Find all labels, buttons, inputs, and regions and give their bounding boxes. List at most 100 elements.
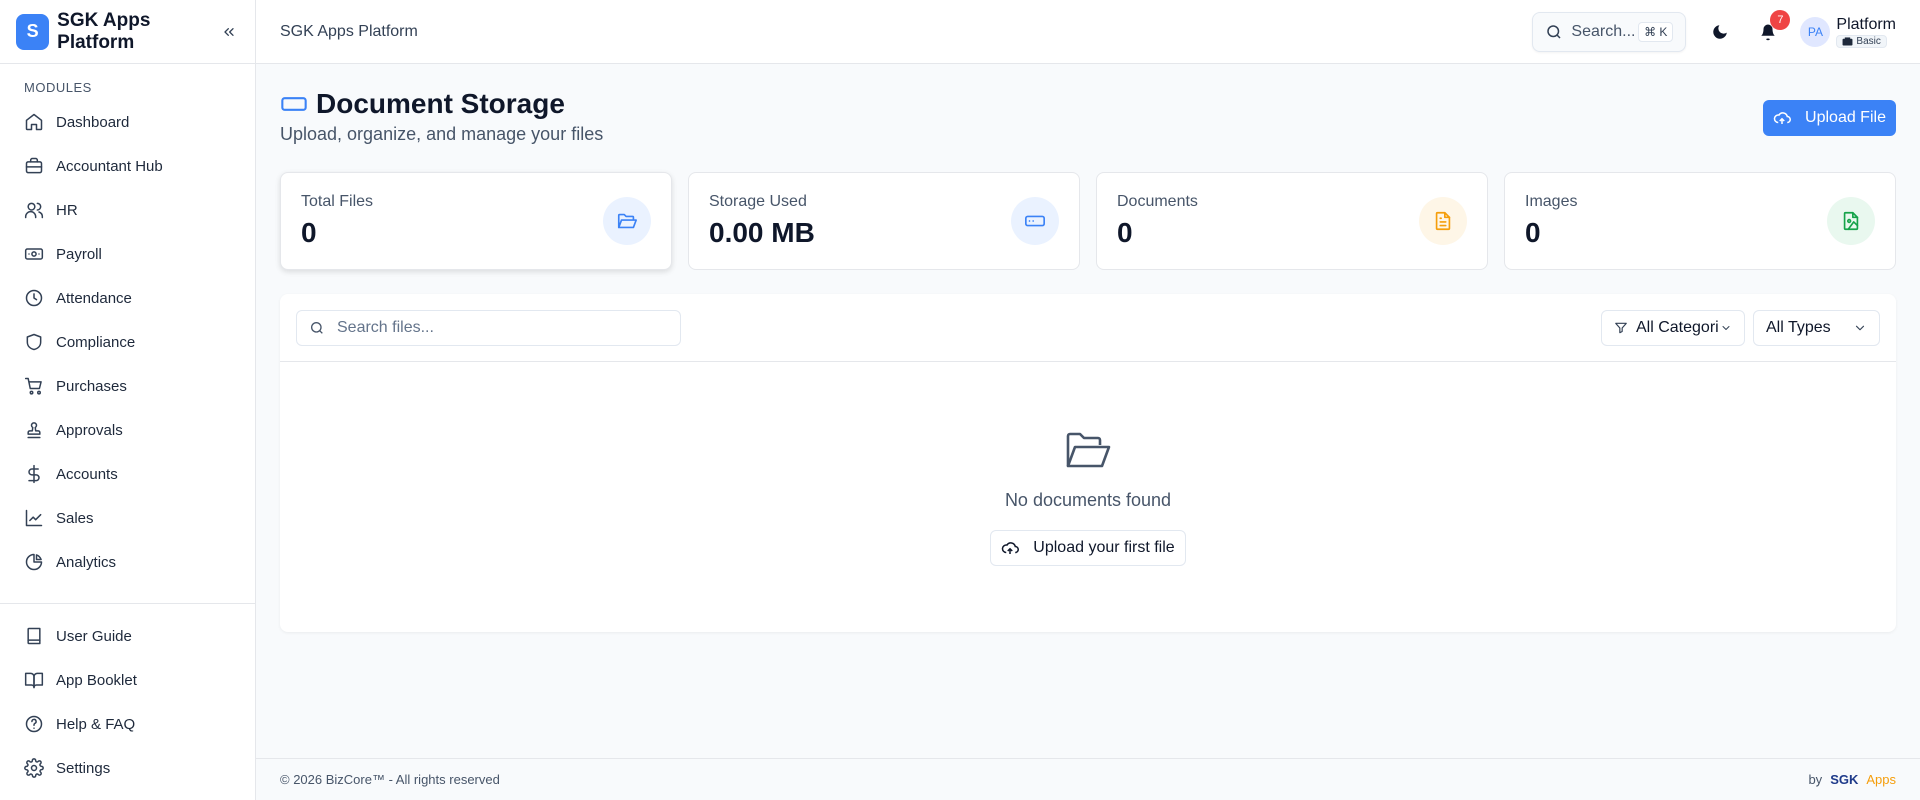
sidebar-item-label: Approvals — [56, 421, 123, 439]
sidebar-item-attendance[interactable]: Attendance — [0, 276, 256, 320]
chevron-down-icon — [1722, 325, 1730, 330]
sidebar-item-dashboard[interactable]: Dashboard — [0, 100, 256, 144]
global-search-button[interactable]: Search... ⌘ K — [1532, 11, 1687, 52]
sidebar-item-approvals[interactable]: Approvals — [0, 408, 256, 452]
brand-header: S SGK Apps Platform — [0, 0, 255, 64]
moon-icon — [1713, 24, 1728, 39]
top-bar-actions: Search... ⌘ K 7 PA Platform Basic — [1532, 9, 1896, 52]
footer-by: by — [1808, 772, 1823, 787]
sidebar-item-label: HR — [56, 201, 78, 219]
building-icon — [1842, 36, 1853, 46]
banknote-icon — [24, 248, 44, 260]
sidebar-item-label: User Guide — [56, 627, 132, 645]
footer-credit: by SGK Apps — [1808, 772, 1896, 787]
stamp-icon — [27, 422, 41, 439]
sidebar-item-label: Attendance — [56, 289, 132, 307]
stat-card-images: Images 0 — [1504, 172, 1896, 270]
sidebar-nav: Dashboard Accountant Hub HR Payroll Atte… — [0, 100, 256, 600]
cloud-upload-icon — [1002, 542, 1020, 554]
dollar-icon — [28, 464, 40, 484]
cloud-upload-icon — [1773, 112, 1791, 124]
sidebar-item-payroll[interactable]: Payroll — [0, 232, 256, 276]
sidebar-item-compliance[interactable]: Compliance — [0, 320, 256, 364]
sidebar-item-help-faq[interactable]: Help & FAQ — [0, 702, 256, 746]
file-image-icon — [1843, 211, 1859, 231]
sidebar-item-label: Accounts — [56, 465, 118, 483]
category-filter-select[interactable]: All Categories — [1601, 309, 1745, 346]
stat-label: Total Files — [301, 193, 374, 210]
user-name: Platform — [1836, 15, 1896, 33]
sidebar-item-label: Settings — [56, 759, 111, 777]
notification-count-badge: 7 — [1770, 9, 1791, 30]
trending-up-icon — [25, 509, 43, 527]
folder-open-icon — [617, 213, 637, 229]
footer-brand-apps[interactable]: Apps — [1866, 772, 1896, 787]
search-icon — [1547, 24, 1561, 39]
breadcrumb[interactable]: SGK Apps Platform — [280, 23, 418, 41]
sidebar-item-user-guide[interactable]: User Guide — [0, 614, 256, 658]
global-search-label: Search... — [1571, 22, 1636, 40]
sidebar-item-accountant-hub[interactable]: Accountant Hub — [0, 144, 256, 188]
sidebar-item-label: App Booklet — [56, 671, 137, 689]
sidebar-item-hr[interactable]: HR — [0, 188, 256, 232]
pie-chart-icon — [25, 553, 43, 571]
briefcase-icon — [25, 157, 43, 174]
sidebar-item-sales[interactable]: Sales — [0, 496, 256, 540]
sidebar-item-label: Payroll — [56, 245, 102, 263]
file-filters: All Categories All Types — [1601, 309, 1880, 346]
chevrons-left-icon — [224, 27, 234, 36]
sidebar-bottom-nav: User Guide App Booklet Help & FAQ Settin… — [0, 603, 256, 790]
plan-badge: Basic — [1836, 34, 1887, 48]
files-toolbar: All Categories All Types — [280, 294, 1896, 362]
shield-icon — [26, 333, 42, 351]
sidebar-item-accounts[interactable]: Accounts — [0, 452, 256, 496]
type-filter-select[interactable]: All Types — [1753, 309, 1880, 346]
collapse-sidebar-button[interactable] — [219, 21, 239, 43]
chevron-down-icon — [1855, 325, 1865, 330]
stat-value: 0.00 MB — [709, 217, 815, 248]
file-search-box — [296, 309, 681, 346]
clock-icon — [25, 289, 43, 307]
brand-name[interactable]: SGK Apps Platform — [57, 10, 219, 54]
upload-file-button[interactable]: Upload File — [1763, 100, 1896, 136]
footer-copyright: © 2026 BizCore™ - All rights reserved — [280, 772, 500, 787]
file-search-input[interactable] — [337, 318, 657, 337]
stat-icon-wrap — [1011, 197, 1059, 245]
stat-value: 0 — [301, 217, 317, 248]
upload-first-file-button[interactable]: Upload your first file — [990, 530, 1186, 566]
book-open-icon — [24, 672, 44, 689]
modules-section-label: MODULES — [24, 80, 92, 95]
sidebar-item-settings[interactable]: Settings — [0, 746, 256, 790]
user-menu[interactable]: Platform Basic — [1836, 16, 1896, 48]
sidebar-item-label: Dashboard — [56, 113, 130, 131]
top-bar: SGK Apps Platform Search... ⌘ K 7 PA Pla… — [256, 0, 1920, 64]
stat-value: 0 — [1117, 217, 1133, 248]
files-panel: All Categories All Types No documents fo… — [280, 294, 1896, 632]
empty-state-message: No documents found — [1004, 490, 1172, 510]
sidebar-item-label: Analytics — [56, 553, 117, 571]
stat-icon-wrap — [1827, 197, 1875, 245]
avatar[interactable]: PA — [1800, 16, 1831, 47]
sidebar-item-analytics[interactable]: Analytics — [0, 540, 256, 584]
upload-first-file-label: Upload your first file — [1033, 539, 1175, 556]
notifications-button[interactable]: 7 — [1748, 9, 1791, 52]
hard-drive-icon — [1025, 215, 1045, 227]
footer-brand-sgk[interactable]: SGK — [1830, 772, 1858, 787]
stat-label: Storage Used — [709, 193, 807, 210]
footer: © 2026 BizCore™ - All rights reserved by… — [256, 758, 1920, 800]
sidebar-item-label: Help & FAQ — [56, 715, 136, 733]
search-icon — [311, 321, 323, 334]
category-filter-value: All Categories — [1636, 318, 1718, 336]
stat-card-total-files: Total Files 0 — [280, 172, 672, 270]
stat-value: 0 — [1525, 217, 1541, 248]
sidebar-item-label: Purchases — [56, 377, 127, 395]
type-filter-value: All Types — [1766, 318, 1831, 336]
theme-toggle-button[interactable] — [1700, 12, 1740, 52]
sidebar-item-app-booklet[interactable]: App Booklet — [0, 658, 256, 702]
sidebar-item-purchases[interactable]: Purchases — [0, 364, 256, 408]
brand-logo[interactable]: S — [16, 13, 50, 50]
sidebar: S SGK Apps Platform MODULES Dashboard Ac… — [0, 0, 256, 800]
page-header: Document Storage Upload, organize, and m… — [280, 64, 1896, 172]
folder-open-icon — [1066, 432, 1111, 468]
file-text-icon — [1435, 211, 1451, 231]
